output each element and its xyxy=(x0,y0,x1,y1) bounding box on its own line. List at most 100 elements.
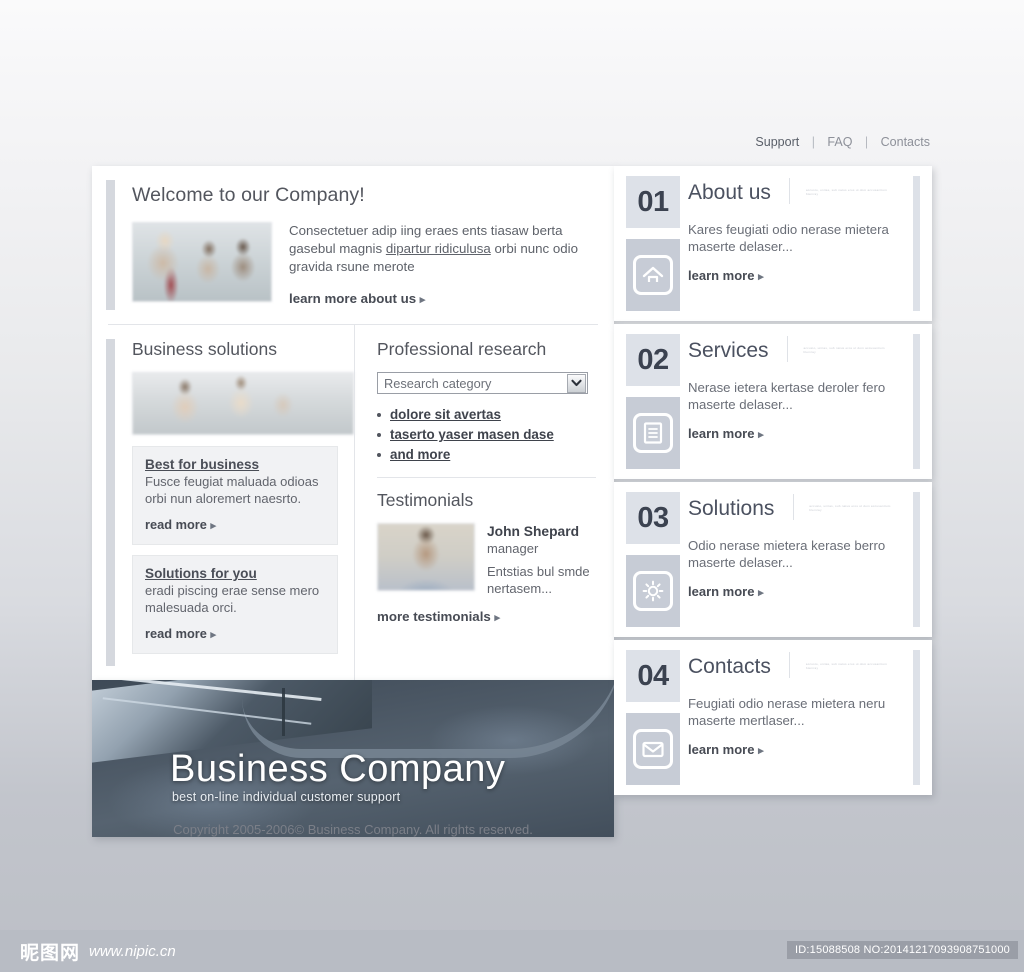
panel-body: Services accusto, unitas, sub natus eros… xyxy=(688,336,908,443)
panel-vertical-rule xyxy=(789,652,791,678)
welcome-heading: Welcome to our Company! xyxy=(132,184,365,206)
panel-ghost-text: accusto, unitas, sub natus eros ut dom a… xyxy=(803,345,885,355)
number-column: 01 xyxy=(626,176,680,311)
testimonial-info: John Shepard manager Entstias bul smde n… xyxy=(487,523,596,597)
main-content-card: Welcome to our Company! Consectetuer adi… xyxy=(92,166,614,680)
accent-bar-right xyxy=(913,492,920,627)
nav-link-contacts[interactable]: Contacts xyxy=(881,135,930,149)
learn-more-about-us-link[interactable]: learn more about us ▸ xyxy=(289,291,425,306)
arrow-right-icon: ▸ xyxy=(210,520,216,532)
panel-body: About us accusto, unitas, sub natus eros… xyxy=(688,178,908,285)
research-link-2[interactable]: taserto yaser masen dase xyxy=(390,427,554,442)
nav-separator: | xyxy=(864,135,869,149)
arrow-right-icon: ▸ xyxy=(210,629,216,641)
panel-ghost-text: accusto, unitas, sub natus eros ut dom a… xyxy=(809,503,891,513)
nav-link-support[interactable]: Support xyxy=(755,135,799,149)
solution-tile: Best for business Fusce feugiat maluada … xyxy=(132,446,338,545)
panel-vertical-rule xyxy=(792,494,794,520)
panel-title-contacts: Contacts xyxy=(688,654,771,678)
banner-title: Business Company xyxy=(170,748,506,790)
panel-number: 03 xyxy=(637,501,669,534)
tile-text: Fusce feugiat maluada odioas orbi nun al… xyxy=(145,474,319,506)
panel-title-services: Services xyxy=(688,338,769,362)
number-box: 02 xyxy=(626,334,680,386)
welcome-inline-link[interactable]: dipartur ridiculusa xyxy=(386,241,491,256)
number-box: 04 xyxy=(626,650,680,702)
side-column: 01 About us accusto, unitas, sub natus e… xyxy=(614,166,932,798)
accent-bar-right xyxy=(913,176,920,311)
panel-vertical-rule xyxy=(789,178,791,204)
number-column: 04 xyxy=(626,650,680,785)
research-category-select[interactable]: Research category xyxy=(377,372,588,394)
hero-banner: Business Company best on-line individual… xyxy=(92,680,614,837)
research-link-3[interactable]: and more xyxy=(390,447,450,462)
panel-number: 02 xyxy=(637,343,669,376)
learn-more-link[interactable]: learn more ▸ xyxy=(688,426,764,441)
learn-more-link[interactable]: learn more ▸ xyxy=(688,268,764,283)
number-column: 03 xyxy=(626,492,680,627)
banner-post-shape xyxy=(282,688,285,736)
panel-title-about-us: About us xyxy=(688,180,771,204)
panel-number: 04 xyxy=(637,659,669,692)
read-more-link[interactable]: read more ▸ xyxy=(145,626,216,641)
watermark-logo: 昵图网 www.nipic.cn xyxy=(20,938,176,965)
icon-box xyxy=(626,555,680,627)
panel-text: Kares feugiati odio nerase mietera maser… xyxy=(688,221,889,254)
arrow-right-icon: ▸ xyxy=(758,428,764,441)
panel-body: Solutions accusto, unitas, sub natus ero… xyxy=(688,494,908,601)
panel-ghost-text: accusto, unitas, sub natus eros ut dom a… xyxy=(805,661,887,671)
list-item: and more xyxy=(377,445,596,465)
learn-more-link[interactable]: learn more ▸ xyxy=(688,584,764,599)
panel-number: 01 xyxy=(637,185,669,218)
banner-tagline: best on-line individual customer support xyxy=(172,790,401,804)
research-link-1[interactable]: dolore sit avertas xyxy=(390,407,501,422)
watermark-site-url: www.nipic.cn xyxy=(89,943,176,960)
watermark-id-badge: ID:15088508 NO:20141217093908751000 xyxy=(787,941,1018,959)
side-panel-about-us[interactable]: 01 About us accusto, unitas, sub natus e… xyxy=(614,166,932,321)
banner-curve-shape xyxy=(242,680,614,758)
number-column: 02 xyxy=(626,334,680,469)
read-more-label: read more xyxy=(145,517,207,532)
research-category-value: Research category xyxy=(384,375,492,391)
panel-body: Contacts accusto, unitas, sub natus eros… xyxy=(688,652,908,759)
icon-box xyxy=(626,713,680,785)
business-team-photo xyxy=(132,222,272,302)
nav-separator: | xyxy=(811,135,815,149)
side-panel-solutions[interactable]: 03 Solutions accusto, unitas, sub natus … xyxy=(614,482,932,637)
testimonials-heading: Testimonials xyxy=(377,490,474,510)
side-panel-services[interactable]: 02 Services accusto, unitas, sub natus e… xyxy=(614,324,932,479)
read-more-link[interactable]: read more ▸ xyxy=(145,517,216,532)
learn-more-label: learn more xyxy=(688,741,755,757)
copyright-text: Copyright 2005-2006© Business Company. A… xyxy=(173,822,533,837)
gear-icon xyxy=(633,571,673,611)
panel-vertical-rule xyxy=(786,336,788,362)
more-testimonials-link[interactable]: more testimonials ▸ xyxy=(377,609,500,624)
home-icon xyxy=(633,255,673,295)
top-navigation: Support | FAQ | Contacts xyxy=(0,135,930,149)
team-meeting-photo xyxy=(132,372,354,435)
tile-title-best-for-business[interactable]: Best for business xyxy=(145,457,259,472)
tile-title-solutions-for-you[interactable]: Solutions for you xyxy=(145,566,257,581)
professional-research-heading: Professional research xyxy=(377,339,547,359)
main-column: Welcome to our Company! Consectetuer adi… xyxy=(92,166,614,837)
accent-bar-right xyxy=(913,650,920,785)
testimonial-quote: Entstias bul smde nertasem... xyxy=(487,564,590,596)
nav-link-faq[interactable]: FAQ xyxy=(827,135,852,149)
content-columns: Welcome to our Company! Consectetuer adi… xyxy=(92,166,932,837)
learn-more-link[interactable]: learn more ▸ xyxy=(688,742,764,757)
panel-ghost-text: accusto, unitas, sub natus eros ut dom a… xyxy=(805,187,888,197)
testimonial-role: manager xyxy=(487,541,539,556)
learn-more-label: learn more xyxy=(688,583,755,599)
learn-more-about-us-label: learn more about us xyxy=(289,291,417,306)
chevron-down-icon[interactable] xyxy=(566,373,586,393)
learn-more-label: learn more xyxy=(688,425,755,441)
number-box: 01 xyxy=(626,176,680,228)
business-solutions-heading: Business solutions xyxy=(132,339,277,359)
learn-more-label: learn more xyxy=(688,267,755,283)
read-more-label: read more xyxy=(145,626,207,641)
side-panel-contacts[interactable]: 04 Contacts accusto, unitas, sub natus e… xyxy=(614,640,932,795)
accent-bar-right xyxy=(913,334,920,469)
watermark-logo-cn: 昵图网 xyxy=(20,942,81,964)
arrow-right-icon: ▸ xyxy=(758,744,764,757)
icon-box xyxy=(626,239,680,311)
